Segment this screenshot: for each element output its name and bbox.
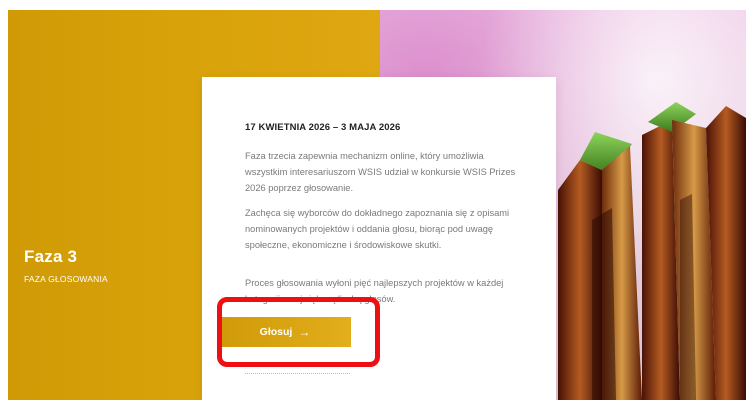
card-paragraph-2: Zachęca się wyborców do dokładnego zapoz…: [245, 208, 510, 250]
obscured-link[interactable]: [245, 365, 350, 374]
phase-subtitle: FAZA GŁOSOWANIA: [24, 274, 108, 284]
vote-button-label: Głosuj: [259, 326, 293, 338]
top-strip: [0, 0, 746, 10]
phase-title: Faza 3: [24, 247, 78, 266]
card-paragraph-3: Proces głosowania wyłoni pięć najlepszyc…: [245, 278, 504, 304]
voting-card: 17 KWIETNIA 2026 – 3 MAJA 2026 Faza trze…: [202, 77, 556, 400]
phase-section: Faza 3 FAZA GŁOSOWANIA 17 KWIETNIA 2026 …: [0, 0, 746, 400]
arrow-right-icon: →: [298, 325, 311, 339]
date-range: 17 KWIETNIA 2026 – 3 MAJA 2026: [245, 122, 401, 133]
vote-button[interactable]: Głosuj →: [219, 317, 351, 347]
card-paragraph-1: Faza trzecia zapewnia mechanizm online, …: [245, 151, 516, 193]
